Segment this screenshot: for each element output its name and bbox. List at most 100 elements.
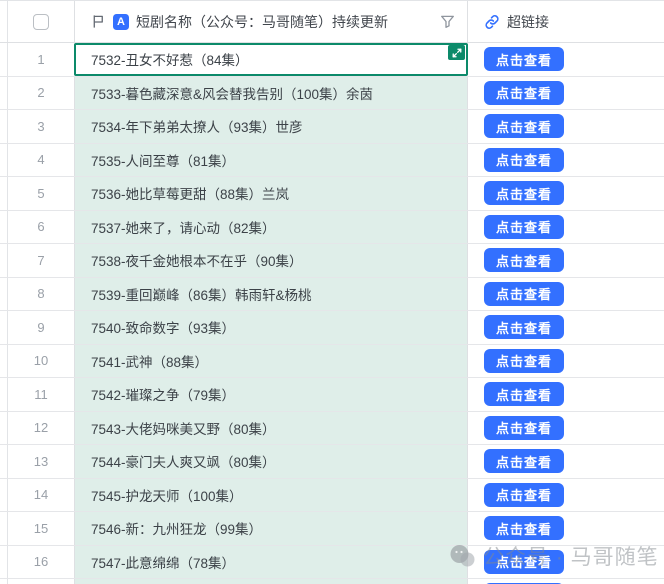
row-number: 15	[8, 512, 74, 545]
view-link-button[interactable]: 点击查看	[484, 349, 564, 373]
title-text: 7547-此意绵绵（78集）	[91, 552, 235, 572]
table-row: 2 7533-暮色藏深意&风会替我告别（100集）余茵 点击查看	[0, 77, 664, 111]
view-link-button[interactable]: 点击查看	[484, 47, 564, 71]
title-text: 7534-年下弟弟太撩人（93集）世彦	[91, 116, 303, 136]
link-cell: 点击查看	[468, 345, 664, 378]
table-row: 16 7547-此意绵绵（78集） 点击查看	[0, 546, 664, 580]
row-number: 5	[8, 177, 74, 210]
view-link-button[interactable]: 点击查看	[484, 315, 564, 339]
left-gutter	[0, 211, 8, 244]
title-cell[interactable]: 7543-大佬妈咪美又野（80集）	[74, 412, 468, 445]
view-link-button[interactable]: 点击查看	[484, 550, 564, 574]
title-cell[interactable]: 7540-致命数字（93集）	[74, 311, 468, 344]
title-text: 7540-致命数字（93集）	[91, 317, 235, 337]
left-gutter	[0, 110, 8, 143]
view-link-button[interactable]: 点击查看	[484, 181, 564, 205]
title-cell[interactable]: 7537-她来了，请心动（82集）	[74, 211, 468, 244]
title-cell[interactable]: 7538-夜千金她根本不在乎（90集）	[74, 244, 468, 277]
link-cell: 点击查看	[468, 144, 664, 177]
table-body: 1 7532-丑女不好惹（84集） 点击查看 2 7533-暮色藏深意&风会替我…	[0, 43, 664, 584]
title-text: 7544-豪门夫人爽又飒（80集）	[91, 451, 276, 471]
link-cell: 点击查看	[468, 177, 664, 210]
title-text: 7543-大佬妈咪美又野（80集）	[91, 418, 276, 438]
title-cell[interactable]: 7544-豪门夫人爽又飒（80集）	[74, 445, 468, 478]
left-gutter	[0, 177, 8, 210]
title-cell[interactable]: 7546-新：九州狂龙（99集）	[74, 512, 468, 545]
title-text: 7542-璀璨之争（79集）	[91, 384, 235, 404]
title-cell[interactable]: 7534-年下弟弟太撩人（93集）世彦	[74, 110, 468, 143]
title-text: 7541-武神（88集）	[91, 351, 208, 371]
left-gutter	[0, 512, 8, 545]
left-gutter	[0, 311, 8, 344]
table-row: 10 7541-武神（88集） 点击查看	[0, 345, 664, 379]
row-number	[8, 579, 74, 584]
left-gutter	[0, 77, 8, 110]
view-link-button[interactable]: 点击查看	[484, 416, 564, 440]
row-number: 9	[8, 311, 74, 344]
row-number: 2	[8, 77, 74, 110]
title-text: 7537-她来了，请心动（82集）	[91, 217, 276, 237]
expand-record-button[interactable]	[448, 45, 465, 60]
row-number: 12	[8, 412, 74, 445]
left-gutter	[0, 579, 8, 584]
table-header: A 短剧名称（公众号：马哥随笔）持续更新 超链接	[0, 1, 664, 43]
link-cell: 点击查看	[468, 311, 664, 344]
left-gutter	[0, 479, 8, 512]
table-row: 9 7540-致命数字（93集） 点击查看	[0, 311, 664, 345]
table-row: 1 7532-丑女不好惹（84集） 点击查看	[0, 43, 664, 77]
title-column-header[interactable]: A 短剧名称（公众号：马哥随笔）持续更新	[74, 1, 468, 42]
row-number: 3	[8, 110, 74, 143]
table-row: 4 7535-人间至尊（81集） 点击查看	[0, 144, 664, 178]
link-cell: 点击查看	[468, 378, 664, 411]
title-cell[interactable]: 7536-她比草莓更甜（88集）兰岚	[74, 177, 468, 210]
left-gutter	[0, 412, 8, 445]
bitable-grid: A 短剧名称（公众号：马哥随笔）持续更新 超链接 1 7532-丑女不好惹（84…	[0, 0, 664, 584]
title-cell[interactable]: 7541-武神（88集）	[74, 345, 468, 378]
row-number: 10	[8, 345, 74, 378]
view-link-button[interactable]: 点击查看	[484, 148, 564, 172]
title-cell[interactable]: 7532-丑女不好惹（84集）	[74, 43, 468, 76]
view-link-button[interactable]: 点击查看	[484, 516, 564, 540]
view-link-button[interactable]: 点击查看	[484, 483, 564, 507]
view-link-button[interactable]: 点击查看	[484, 449, 564, 473]
link-cell: 点击查看	[468, 512, 664, 545]
link-cell: 点击查看	[468, 110, 664, 143]
view-link-button[interactable]: 点击查看	[484, 81, 564, 105]
view-link-button[interactable]: 点击查看	[484, 382, 564, 406]
left-gutter	[0, 345, 8, 378]
row-number: 8	[8, 278, 74, 311]
title-text: 7546-新：九州狂龙（99集）	[91, 518, 262, 538]
link-icon	[484, 14, 500, 30]
view-link-button[interactable]: 点击查看	[484, 248, 564, 272]
title-cell[interactable]: 7545-护龙天师（100集）	[74, 479, 468, 512]
title-cell[interactable]	[74, 579, 468, 584]
table-row: 8 7539-重回巅峰（86集）韩雨轩&杨桃 点击查看	[0, 278, 664, 312]
link-cell: 点击查看	[468, 546, 664, 579]
left-gutter	[0, 1, 8, 42]
link-column-header[interactable]: 超链接	[468, 1, 664, 42]
text-field-type-icon: A	[113, 14, 129, 30]
title-cell[interactable]: 7539-重回巅峰（86集）韩雨轩&杨桃	[74, 278, 468, 311]
link-cell: 点击查看	[468, 579, 664, 584]
title-cell[interactable]: 7533-暮色藏深意&风会替我告别（100集）余茵	[74, 77, 468, 110]
title-cell[interactable]: 7542-璀璨之争（79集）	[74, 378, 468, 411]
left-gutter	[0, 546, 8, 579]
left-gutter	[0, 278, 8, 311]
row-number-header	[8, 1, 74, 42]
title-cell[interactable]: 7547-此意绵绵（78集）	[74, 546, 468, 579]
row-number: 7	[8, 244, 74, 277]
filter-icon[interactable]	[440, 14, 455, 29]
view-link-button[interactable]: 点击查看	[484, 114, 564, 138]
view-link-button[interactable]: 点击查看	[484, 215, 564, 239]
table-row: 7 7538-夜千金她根本不在乎（90集） 点击查看	[0, 244, 664, 278]
title-cell[interactable]: 7535-人间至尊（81集）	[74, 144, 468, 177]
flag-icon	[91, 14, 106, 29]
left-gutter	[0, 244, 8, 277]
link-cell: 点击查看	[468, 244, 664, 277]
title-text: 7532-丑女不好惹（84集）	[91, 49, 249, 69]
select-all-checkbox[interactable]	[33, 14, 49, 30]
title-text: 7538-夜千金她根本不在乎（90集）	[91, 250, 303, 270]
table-row: 15 7546-新：九州狂龙（99集） 点击查看	[0, 512, 664, 546]
link-column-label: 超链接	[507, 12, 549, 32]
view-link-button[interactable]: 点击查看	[484, 282, 564, 306]
